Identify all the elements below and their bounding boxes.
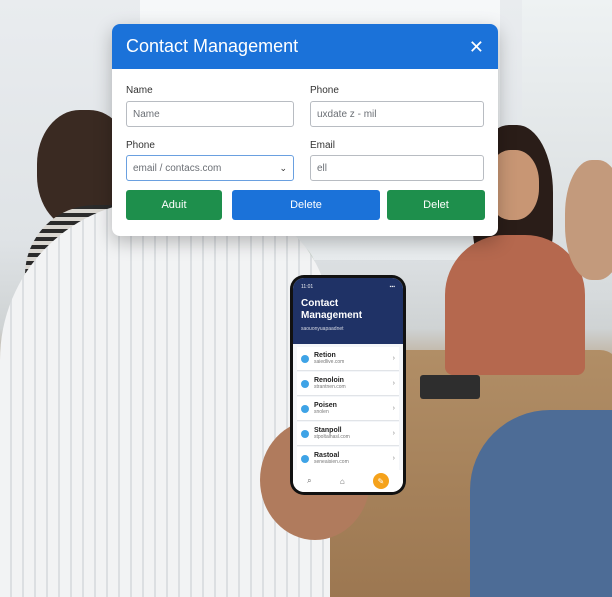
list-item[interactable]: Retion saiedlive.com › xyxy=(297,347,399,371)
signal-icon: ▪▪▪ xyxy=(389,284,395,290)
contact-pin-icon xyxy=(301,379,309,388)
list-item[interactable]: Rastoal seneaisien.com › xyxy=(297,447,399,471)
list-item[interactable]: Poisen snolen › xyxy=(297,397,399,421)
contact-email: saiedlive.com xyxy=(314,359,345,365)
person-shirt xyxy=(470,410,612,597)
email-input[interactable]: ell xyxy=(310,155,484,181)
phone-input[interactable]: uxdate z - mil xyxy=(310,101,484,127)
chevron-right-icon: › xyxy=(392,430,395,437)
contact-email: strantnen.com xyxy=(314,384,346,390)
dialog-header: Contact Management ✕ xyxy=(112,24,498,69)
chevron-right-icon: › xyxy=(392,380,395,387)
list-item[interactable]: Stanpoll stpoltalhasl.com › xyxy=(297,422,399,446)
email-select[interactable]: email / contacs.com ⌄ xyxy=(126,155,294,181)
contact-name: Rastoal xyxy=(314,452,340,459)
search-icon[interactable]: ⌕ xyxy=(307,476,311,486)
contact-list: Retion saiedlive.com › Renoloin strantnen.… xyxy=(293,344,403,475)
home-icon[interactable]: ⌂ xyxy=(340,477,345,486)
name-label: Name xyxy=(126,85,153,96)
chevron-right-icon: › xyxy=(392,355,395,362)
phone-screen: 11:01 ▪▪▪ Contact Management saouonyuapa… xyxy=(293,278,403,492)
chevron-down-icon: ⌄ xyxy=(279,162,287,173)
close-icon[interactable]: ✕ xyxy=(469,38,484,56)
smartphone: 11:01 ▪▪▪ Contact Management saouonyuapa… xyxy=(290,275,406,495)
phone-header: 11:01 ▪▪▪ Contact Management saouonyuapa… xyxy=(293,278,403,344)
phone-bottom-nav: ⌕ ⌂ ✎ xyxy=(293,470,403,492)
chevron-right-icon: › xyxy=(392,405,395,412)
contact-name: Retion xyxy=(314,352,336,359)
contact-email: stpoltalhasl.com xyxy=(314,434,350,440)
delete-button-secondary[interactable]: Delet xyxy=(387,190,485,220)
edit-icon[interactable]: ✎ xyxy=(372,473,389,489)
contact-pin-icon xyxy=(301,429,309,438)
person-face xyxy=(565,160,612,280)
dialog-title: Contact Management xyxy=(126,36,299,56)
phone-label-2: Phone xyxy=(126,140,155,151)
contact-email: seneaisien.com xyxy=(314,459,349,465)
phone-title: Contact Management xyxy=(301,298,363,321)
list-item[interactable]: Renoloin strantnen.com › xyxy=(297,372,399,396)
phone-status-bar: 11:01 ▪▪▪ xyxy=(301,284,395,290)
add-button[interactable]: Aduit xyxy=(126,190,222,220)
contact-name: Stanpoll xyxy=(314,427,342,434)
contact-name: Poisen xyxy=(314,402,337,409)
email-select-value: email / contacs.com xyxy=(133,162,222,174)
email-label: Email xyxy=(310,140,336,151)
status-time: 11:01 xyxy=(301,284,314,290)
contact-name: Renoloin xyxy=(314,377,344,384)
contact-pin-icon xyxy=(301,404,309,413)
name-input[interactable]: Name xyxy=(126,101,294,127)
delete-button[interactable]: Delete xyxy=(232,190,380,220)
contact-management-dialog: Contact Management ✕ Name Name Phone uxd… xyxy=(112,24,498,236)
contact-pin-icon xyxy=(301,454,309,463)
contact-email: snolen xyxy=(314,409,329,415)
contact-pin-icon xyxy=(301,354,309,363)
phone-subtitle: saouonyuapaadnet xyxy=(301,326,344,332)
person-foreground-shirt xyxy=(0,200,330,597)
chevron-right-icon: › xyxy=(392,455,395,462)
phone-label: Phone xyxy=(310,85,339,96)
